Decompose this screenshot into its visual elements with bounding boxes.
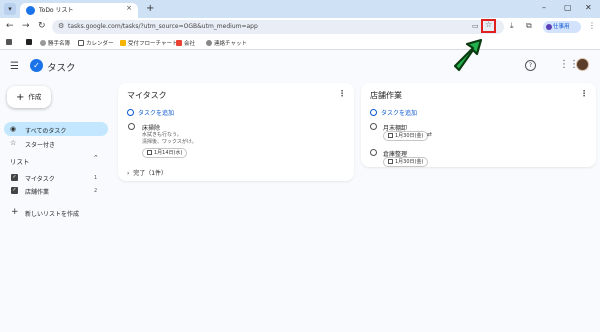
tasks-favicon-icon [26,6,35,15]
new-list-button[interactable]: 新しいリストを作成 [25,209,79,218]
plus-icon: + [16,92,25,103]
sidebar-all-tasks-label: すべてのタスク [25,128,67,135]
sidebar-item-starred[interactable]: スター付き [25,140,55,149]
site-info-icon[interactable]: ⚙ [58,22,64,30]
tab-strip: ▾ ToDo リスト × + – ▢ ✕ [0,0,600,18]
url-text[interactable]: tasks.google.com/tasks/?utm_source=OGB&u… [68,23,258,30]
profile-button[interactable]: 仕事用 [543,21,581,33]
sparkle-icon [40,40,46,46]
new-tab-button[interactable]: + [146,3,154,15]
add-task-button[interactable]: タスクを追加 [370,108,417,117]
chevron-up-icon[interactable]: ⌃ [93,154,99,162]
calendar-icon [147,149,152,155]
profile-avatar-icon [546,24,552,30]
tab-search-button[interactable]: ▾ [4,3,16,15]
checkbox-icon[interactable]: ✓ [11,174,18,181]
forward-icon[interactable]: → [22,21,30,31]
task-complete-checkbox[interactable] [370,149,377,156]
bookmark-company[interactable]: 会社 [176,39,195,47]
bookmarks-bar: 勝手名簿 カレンダー 受付フローチャート 会社 連絡チャット [0,36,600,50]
calendar-icon [388,132,393,138]
bookmark-meibo[interactable]: 勝手名簿 [40,39,70,47]
extensions-icon[interactable]: ⧉ [526,21,532,31]
card-title: 店舗作業 [370,91,402,100]
tasks-page: ☰ ✓ タスク ? ⋮⋮ + 作成 ◉ すべてのタスク ☆ スター付き リスト ⌃… [0,50,600,332]
checkbox-icon[interactable]: ✓ [11,187,18,194]
bookmark-apps[interactable] [6,39,14,46]
list-count: 2 [94,188,98,194]
check-circle-icon: ◉ [10,125,17,133]
bookmark-star-button[interactable]: ☆ [481,19,496,33]
install-app-icon[interactable]: ▭ [472,22,479,30]
task-list-card: 店舗作業 ⋮ タスクを追加 月末棚卸 1月30日(金) ⇄ 倉庫整理 1月30日… [361,83,596,167]
due-date-chip[interactable]: 1月30日(金) [383,131,429,141]
star-icon: ☆ [485,20,493,29]
chat-icon [206,40,212,46]
maximize-button[interactable]: ▢ [564,3,572,12]
site-icon [26,39,32,45]
repeat-icon: ⇄ [427,131,433,138]
bookmark-site[interactable] [26,39,34,46]
create-label: 作成 [28,93,42,101]
help-icon[interactable]: ? [525,60,536,71]
task-note-line: 水拭きも行なう。 [142,132,182,138]
plus-icon: + [11,207,19,217]
add-task-icon [127,109,134,116]
completed-section-toggle[interactable]: › 完了（1件） [127,168,167,177]
task-list-card: マイタスク ⋮ タスクを追加 床掃除 水拭きも行なう。 清掃後、ワックスがけ。 … [118,83,354,181]
tab-close-icon[interactable]: × [126,4,132,12]
account-avatar[interactable] [576,58,589,71]
task-complete-checkbox[interactable] [128,123,135,130]
bookmark-calendar[interactable]: カレンダー [78,39,114,47]
app-title: タスク [47,63,76,74]
address-bar[interactable]: ⚙ tasks.google.com/tasks/?utm_source=OGB… [52,20,504,34]
downloads-icon[interactable]: ⤓ [510,21,514,31]
more-options-icon[interactable]: ⋮ [338,89,346,98]
browser-tab[interactable]: ToDo リスト × [20,3,138,18]
bookmark-flowchart[interactable]: 受付フローチャート [120,39,177,47]
tasks-logo-icon: ✓ [30,59,43,72]
minimize-button[interactable]: – [542,3,546,12]
add-task-button[interactable]: タスクを追加 [127,108,174,117]
apps-grid-icon [6,39,12,45]
profile-label: 仕事用 [553,24,570,30]
folder-icon [120,40,126,46]
task-complete-checkbox[interactable] [370,123,377,130]
gmail-icon [176,40,182,46]
due-date-chip[interactable]: 1月30日(金) [383,157,429,167]
sidebar-item-my-tasks[interactable]: マイタスク [25,174,55,183]
browser-menu-icon[interactable]: ⋮ [588,21,596,30]
sidebar-item-store-work[interactable]: 店舗作業 [25,187,49,196]
tab-title: ToDo リスト [39,7,74,14]
bookmark-chat[interactable]: 連絡チャット [206,39,247,47]
green-arrow-icon [453,38,483,72]
star-outline-icon[interactable]: ☆ [10,139,16,147]
main-menu-icon[interactable]: ☰ [10,61,19,72]
lists-heading: リスト [10,158,30,166]
more-options-icon[interactable]: ⋮ [580,89,588,98]
calendar-icon [388,158,393,164]
reload-icon[interactable]: ↻ [38,21,46,31]
add-task-icon [370,109,377,116]
close-window-button[interactable]: ✕ [585,3,592,12]
card-title: マイタスク [127,91,167,100]
back-icon[interactable]: ← [6,21,14,31]
task-note-line: 清掃後、ワックスがけ。 [142,139,197,145]
browser-toolbar: ← → ↻ ⚙ tasks.google.com/tasks/?utm_sour… [0,18,600,36]
due-date-chip[interactable]: 1月14日(水) [142,148,188,158]
create-button[interactable]: + 作成 [7,86,51,108]
list-count: 1 [94,175,98,181]
calendar-icon [78,40,84,46]
